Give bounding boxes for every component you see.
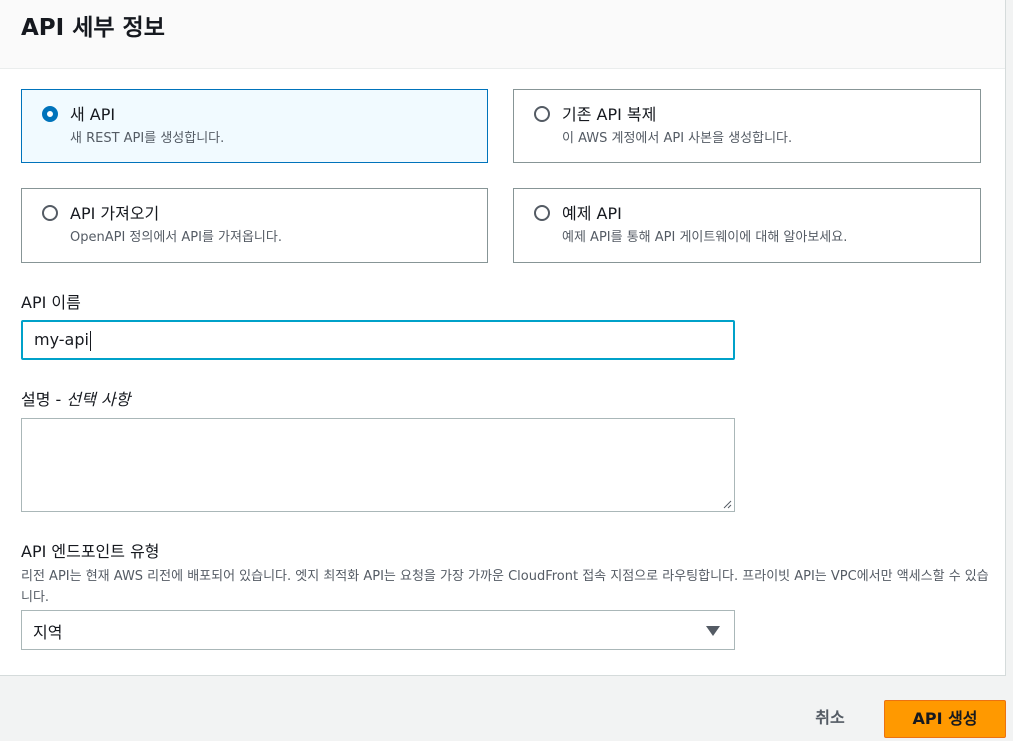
panel-header: API 세부 정보 [0, 0, 1005, 69]
option-new-api[interactable]: 새 API 새 REST API를 생성합니다. [21, 89, 488, 163]
option-desc: 새 REST API를 생성합니다. [70, 131, 225, 146]
option-title: 예제 API [562, 204, 622, 223]
option-desc: 이 AWS 계정에서 API 사본을 생성합니다. [562, 131, 793, 146]
option-clone-api[interactable]: 기존 API 복제 이 AWS 계정에서 API 사본을 생성합니다. [513, 89, 981, 163]
panel-title: API 세부 정보 [21, 15, 165, 41]
radio-example-api[interactable] [534, 205, 550, 221]
create-api-button[interactable]: API 생성 [884, 700, 1006, 738]
api-name-label: API 이름 [21, 293, 81, 312]
endpoint-type-select[interactable]: 지역 [21, 610, 735, 650]
resize-handle-icon[interactable] [722, 499, 732, 509]
radio-new-api[interactable] [42, 106, 58, 122]
radio-clone-api[interactable] [534, 106, 550, 122]
radio-import-api[interactable] [42, 205, 58, 221]
caret-down-icon [706, 626, 720, 636]
option-title: 기존 API 복제 [562, 105, 657, 124]
description-label-text: 설명 - [21, 390, 67, 409]
description-label: 설명 - 선택 사항 [21, 386, 130, 410]
option-desc: 예제 API를 통해 API 게이트웨이에 대해 알아보세요. [562, 230, 848, 245]
option-title: 새 API [70, 105, 116, 124]
option-title: API 가져오기 [70, 204, 160, 223]
description-textarea[interactable] [21, 418, 735, 512]
api-details-panel: API 세부 정보 새 API 새 REST API를 생성합니다. 기존 AP… [0, 0, 1006, 676]
api-name-input[interactable]: my-api [21, 320, 735, 360]
endpoint-type-help: 리전 API는 현재 AWS 리전에 배포되어 있습니다. 엣지 최적화 API… [21, 569, 989, 605]
cancel-button[interactable]: 취소 [795, 700, 865, 736]
api-name-value: my-api [34, 330, 89, 349]
option-desc: OpenAPI 정의에서 API를 가져옵니다. [70, 230, 282, 245]
endpoint-type-label: API 엔드포인트 유형 [21, 542, 160, 561]
endpoint-type-value: 지역 [33, 623, 63, 642]
text-caret [89, 330, 91, 351]
option-example-api[interactable]: 예제 API 예제 API를 통해 API 게이트웨이에 대해 알아보세요. [513, 188, 981, 263]
description-optional-text: 선택 사항 [66, 390, 131, 409]
option-import-api[interactable]: API 가져오기 OpenAPI 정의에서 API를 가져옵니다. [21, 188, 488, 263]
